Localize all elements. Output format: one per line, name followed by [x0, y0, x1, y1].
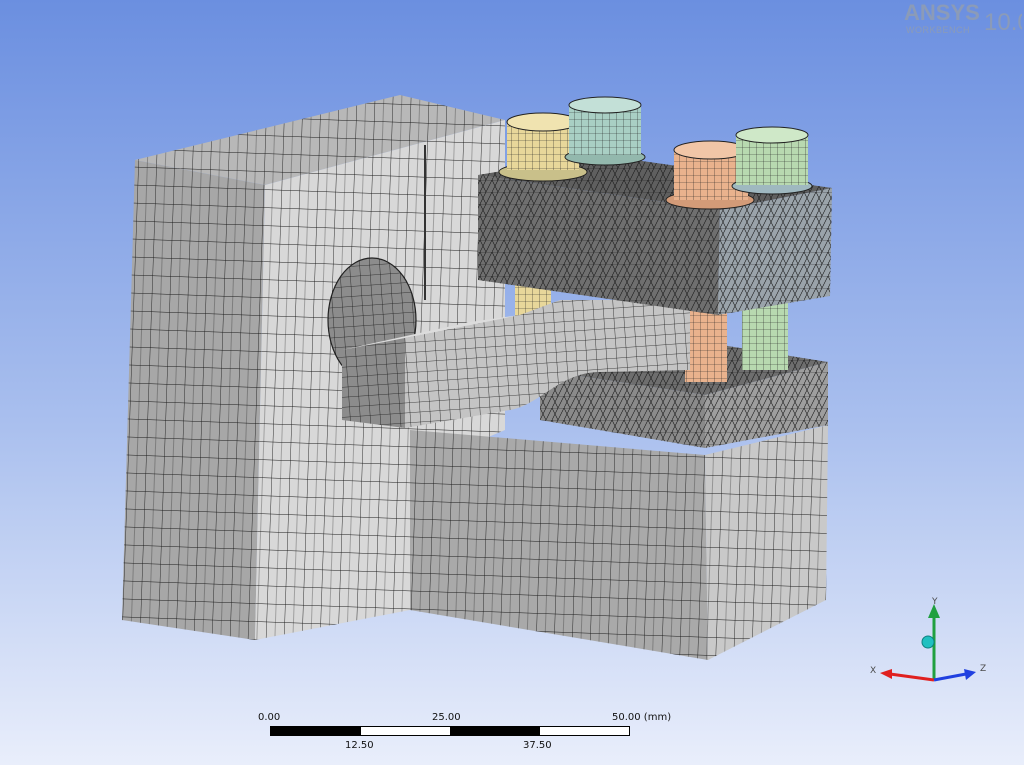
- lower-right-block[interactable]: [410, 425, 828, 660]
- x-axis-label: X: [870, 666, 876, 676]
- y-axis-label: Y: [931, 597, 938, 607]
- bolt-head-4[interactable]: [731, 126, 813, 195]
- x-axis-arrow-icon: [880, 669, 892, 679]
- scale-label-37-5: 37.50: [523, 740, 552, 751]
- isometric-view-ball-icon[interactable]: [921, 635, 935, 649]
- scale-segment-1: [271, 727, 361, 735]
- x-axis-line: [889, 672, 935, 682]
- graphics-viewport[interactable]: ANSYS 10.0 WORKBENCH: [0, 0, 1024, 765]
- z-axis-arrow-icon: [964, 669, 976, 680]
- axis-triad[interactable]: Y X Z: [862, 592, 992, 692]
- scale-bar-track: [270, 726, 630, 736]
- z-axis-line: [933, 672, 967, 682]
- bolt-head-2[interactable]: [564, 96, 646, 166]
- scale-label-0: 0.00: [258, 712, 281, 723]
- scale-segment-3: [450, 727, 540, 735]
- z-axis-label: Z: [980, 664, 986, 674]
- scale-label-25: 25.00: [432, 712, 461, 723]
- scale-bar: 0.00 25.00 50.00 (mm) 12.50 37.50: [250, 712, 690, 758]
- scale-label-12-5: 12.50: [345, 740, 374, 751]
- scale-label-50: 50.00 (mm): [612, 712, 672, 723]
